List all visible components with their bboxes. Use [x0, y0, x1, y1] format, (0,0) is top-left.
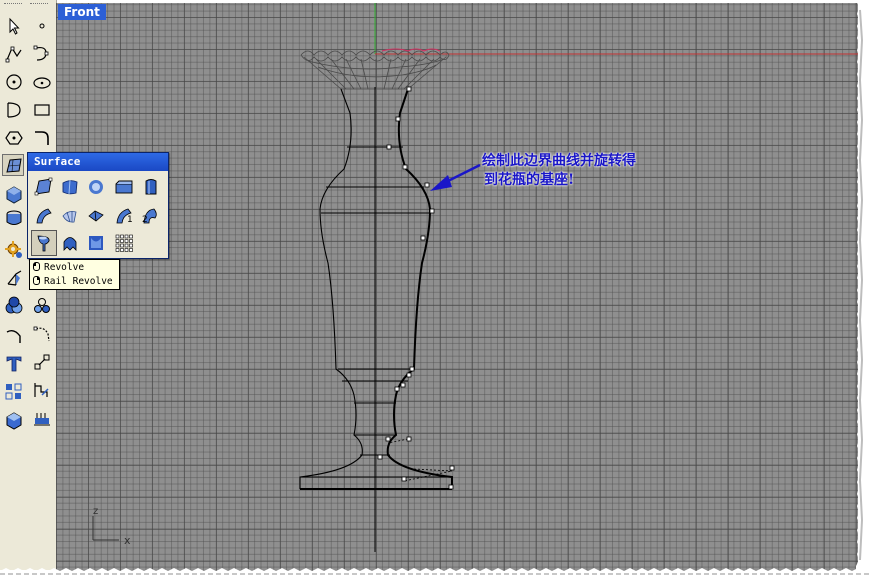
torn-edge-bottom	[0, 568, 872, 584]
left-mouse-icon	[33, 262, 40, 271]
tooltip-left-label: Revolve	[44, 262, 85, 273]
polygon-icon[interactable]	[2, 126, 24, 148]
sweep2-icon[interactable]: 1	[111, 203, 137, 229]
axis-gizmo	[92, 516, 119, 541]
ellipse-icon[interactable]	[30, 70, 52, 92]
text-icon[interactable]	[2, 352, 24, 374]
drafting-icon[interactable]	[30, 406, 52, 428]
point-icon[interactable]	[30, 14, 52, 36]
dimension-icon[interactable]	[30, 378, 52, 400]
front-viewport[interactable]: z x Front	[56, 3, 858, 571]
curve-tools-icon[interactable]	[2, 324, 24, 346]
render-cube-icon[interactable]	[2, 408, 24, 430]
extrude-icon[interactable]	[111, 174, 137, 200]
solid-box-icon[interactable]	[2, 182, 24, 204]
mesh-icon[interactable]	[2, 266, 24, 288]
tooltip-left-click: Revolve	[33, 261, 84, 275]
select-arrow-icon[interactable]	[2, 14, 24, 36]
loft-label-2: 2	[142, 215, 148, 225]
boolean-icon[interactable]	[30, 294, 52, 316]
curve-icon[interactable]	[30, 42, 52, 64]
rail-revolve-icon[interactable]: 2	[138, 203, 164, 229]
vase-profile	[299, 88, 453, 490]
axis-z-label: z	[93, 506, 98, 517]
grid-snap-icon[interactable]	[2, 380, 24, 402]
polyline-icon[interactable]	[2, 42, 24, 64]
revolve-icon[interactable]	[31, 230, 57, 256]
drape-icon[interactable]	[57, 230, 83, 256]
loft-icon[interactable]	[83, 203, 109, 229]
surface-palette-title[interactable]: Surface	[28, 153, 168, 171]
toolbar-grip[interactable]	[30, 3, 48, 10]
rectangle-icon[interactable]	[30, 98, 52, 120]
annotation-line-2: 到花瓶的基座!	[484, 172, 575, 188]
sphere-icon[interactable]	[83, 174, 109, 200]
right-mouse-icon	[33, 276, 40, 285]
extend-icon[interactable]	[30, 322, 52, 344]
axis-x-label: x	[124, 534, 131, 547]
vase-drawing: z x	[92, 3, 858, 552]
patch-icon[interactable]	[83, 230, 109, 256]
viewport-title-tab[interactable]: Front	[58, 4, 106, 20]
point-grid-icon[interactable]	[111, 230, 137, 256]
loft-label-1: 1	[127, 215, 133, 225]
cylinder-icon[interactable]	[2, 206, 24, 228]
rhino-window: z x Front 绘制此边界曲线并旋转得 到花瓶的基座! Surface 1 …	[0, 0, 872, 584]
torn-edge-right	[856, 0, 872, 584]
network-icon[interactable]	[57, 203, 83, 229]
gear-icon[interactable]	[2, 238, 24, 260]
circle-icon[interactable]	[2, 70, 24, 92]
arc-icon[interactable]	[2, 98, 24, 120]
sweep1-icon[interactable]	[31, 203, 57, 229]
control-points[interactable]	[377, 86, 455, 490]
annotation-text: 绘制此边界曲线并旋转得 到花瓶的基座!	[482, 152, 682, 190]
transform-icon[interactable]	[30, 350, 52, 372]
annotation-line-1: 绘制此边界曲线并旋转得	[482, 153, 636, 169]
fillet-icon[interactable]	[30, 126, 52, 148]
corner-points-icon[interactable]	[31, 174, 57, 200]
tooltip-right-label: Rail Revolve	[44, 276, 113, 287]
box-icon[interactable]	[138, 174, 164, 200]
surface-palette: Surface 1 2	[27, 152, 169, 259]
tooltip-right-click: Rail Revolve	[33, 275, 113, 289]
surface-icon[interactable]	[2, 154, 24, 176]
annotation-arrow	[430, 163, 481, 191]
edge-curves-icon[interactable]	[57, 174, 83, 200]
toolbar-grip[interactable]	[4, 3, 22, 10]
boolean-icon[interactable]	[2, 294, 24, 316]
revolve-tooltip: Revolve Rail Revolve	[29, 259, 120, 290]
vase-rim	[300, 50, 450, 90]
